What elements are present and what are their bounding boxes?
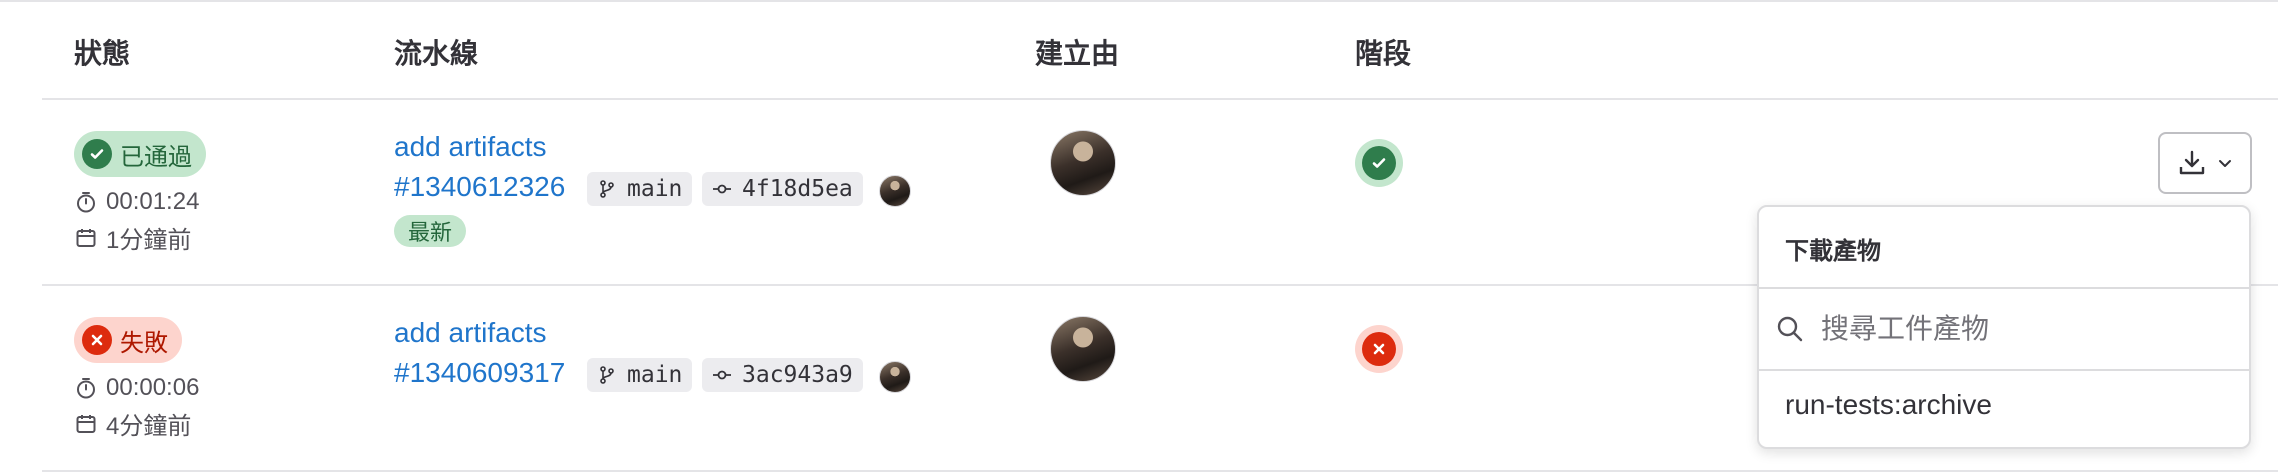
branch-ref[interactable]: main [587, 358, 693, 392]
artifact-search [1759, 289, 2249, 369]
time-ago: 1分鐘前 [106, 227, 192, 254]
committer-avatar[interactable] [879, 175, 911, 207]
finished-time: 1分鐘前 [74, 220, 191, 255]
duration: 00:00:06 [74, 374, 199, 402]
branch-icon [600, 366, 614, 384]
dropdown-title: 下載產物 [1785, 238, 1881, 265]
header-divider [42, 98, 2278, 100]
dropdown-divider [1759, 369, 2249, 371]
creator-avatar[interactable] [1050, 316, 1116, 382]
stage-status-passed[interactable] [1355, 139, 1403, 187]
committer-avatar[interactable] [879, 361, 911, 393]
check-circle-icon [82, 139, 112, 169]
sha-value: 4f18d5ea [742, 176, 853, 202]
pipeline-id-link[interactable]: #1340612326 [394, 171, 565, 203]
artifact-item-run-tests-archive[interactable]: run-tests:archive [1785, 389, 1992, 421]
check-icon [1372, 158, 1386, 168]
timer-icon [77, 192, 95, 213]
search-icon [1777, 316, 1803, 342]
branch-ref[interactable]: main [587, 172, 693, 206]
column-header-created-by: 建立由 [1035, 38, 1120, 69]
time-ago: 4分鐘前 [106, 413, 192, 440]
column-header-stages: 階段 [1355, 38, 1412, 69]
branch-name: main [627, 176, 683, 202]
commit-icon [713, 370, 731, 380]
duration-value: 00:01:24 [106, 188, 200, 215]
status-label: 已通過 [120, 143, 192, 171]
calendar-icon [76, 414, 96, 433]
close-icon [1373, 343, 1385, 355]
table-top-border [0, 0, 2278, 2]
chevron-down-icon [2219, 160, 2231, 167]
pipeline-id-link[interactable]: #1340609317 [394, 357, 565, 389]
latest-badge: 最新 [394, 215, 467, 247]
commit-sha[interactable]: 4f18d5ea [702, 172, 863, 206]
commit-title-link[interactable]: add artifacts [394, 317, 547, 349]
calendar-icon [76, 228, 96, 247]
duration: 00:01:24 [74, 188, 199, 216]
commit-icon [713, 184, 731, 194]
artifacts-dropdown: 下載產物 run-tests:archive [1757, 205, 2251, 449]
download-artifacts-button[interactable] [2158, 132, 2252, 194]
row-divider [42, 470, 2278, 472]
status-label: 失敗 [120, 329, 168, 357]
status-badge-failed[interactable]: 失敗 [74, 317, 182, 363]
artifact-search-input[interactable] [1819, 312, 2203, 346]
branch-icon [600, 180, 614, 198]
duration-value: 00:00:06 [106, 374, 200, 401]
stage-status-failed[interactable] [1355, 325, 1403, 373]
sha-value: 3ac943a9 [742, 362, 853, 388]
column-header-pipeline: 流水線 [394, 38, 479, 69]
error-circle-icon [82, 325, 112, 355]
column-header-status: 狀態 [74, 38, 131, 69]
creator-avatar[interactable] [1050, 130, 1116, 196]
commit-title-link[interactable]: add artifacts [394, 131, 547, 163]
commit-sha[interactable]: 3ac943a9 [702, 358, 863, 392]
branch-name: main [627, 362, 683, 388]
download-icon [2179, 150, 2205, 175]
finished-time: 4分鐘前 [74, 406, 191, 441]
timer-icon [77, 378, 95, 399]
status-badge-passed[interactable]: 已通過 [74, 131, 206, 177]
